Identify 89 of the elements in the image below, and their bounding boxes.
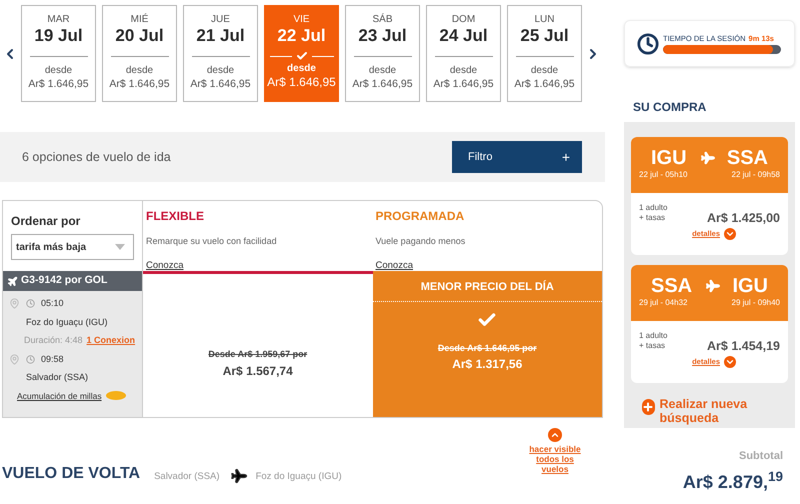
weekday: DOM — [452, 14, 476, 26]
fare-title: FLEXIBLE — [146, 208, 206, 225]
date-text: 24 Jul — [439, 26, 488, 46]
fare-subtitle: Remarque su vuelo con facilidad — [146, 235, 278, 248]
arrival-time: 09:58 — [41, 352, 64, 366]
date-card[interactable]: SÁB 23 Jul desde Ar$ 1.646,95 — [345, 5, 420, 102]
date-price: Ar$ 1.646,95 — [433, 77, 494, 92]
clock-icon — [26, 299, 35, 308]
segment-time: 22 jul - 05h10 — [639, 169, 688, 181]
date-text: 19 Jul — [34, 26, 83, 46]
add-icon[interactable] — [642, 399, 655, 415]
fare-banner: MENOR PRECIO DEL DÍA — [372, 271, 602, 302]
check-icon — [296, 50, 308, 62]
date-price: Ar$ 1.646,95 — [514, 77, 575, 92]
miles-logo-icon — [106, 391, 126, 400]
miles-link[interactable]: Acumulación de millas — [17, 390, 102, 402]
weekday: JUE — [211, 14, 230, 26]
fare-price: Ar$ 1.567,74 — [222, 362, 293, 380]
clock-icon — [637, 32, 659, 54]
from-label: desde — [44, 65, 72, 77]
expand-icon[interactable] — [724, 228, 736, 240]
segment-time: 22 jul - 09h58 — [732, 169, 780, 181]
return-origin: Salvador (SSA) — [154, 470, 220, 484]
flight-code-bar: G3-9142 por GOL — [3, 271, 142, 291]
expand-icon[interactable] — [724, 356, 736, 368]
from-label: desde — [368, 65, 396, 77]
fare-price: Ar$ 1.317,56 — [452, 356, 522, 373]
date-card[interactable]: MAR 19 Jul desde Ar$ 1.646,95 — [21, 5, 96, 102]
subtotal-label: Subtotal — [739, 449, 783, 464]
airport-code: IGU — [732, 275, 768, 297]
from-label: desde — [206, 65, 234, 77]
airport-code: IGU — [651, 147, 687, 169]
weekday: VIE — [293, 14, 310, 26]
date-text: 25 Jul — [520, 26, 569, 46]
date-card[interactable]: JUE 21 Jul desde Ar$ 1.646,95 — [183, 5, 258, 102]
weekday: SÁB — [372, 14, 392, 26]
taxes: + tasas — [639, 213, 666, 223]
filter-button[interactable]: Filtro + — [452, 141, 582, 173]
section-title: VUELO DE VOLTA — [2, 464, 140, 484]
return-destination: Foz do Iguaçu (IGU) — [256, 470, 342, 484]
from-label: desde — [126, 65, 154, 77]
date-price: Ar$ 1.646,95 — [28, 77, 89, 92]
destination: Salvador (SSA) — [25, 371, 90, 384]
segment-price: Ar$ 1.425,00 — [707, 210, 780, 227]
date-text: 21 Jul — [196, 26, 245, 46]
fare-subtitle: Vuele pagando menos — [376, 235, 466, 248]
date-price: Ar$ 1.646,95 — [109, 77, 170, 92]
date-card[interactable]: LUN 25 Jul desde Ar$ 1.646,95 — [507, 5, 582, 102]
date-price: Ar$ 1.646,95 — [190, 77, 251, 92]
original-price: Desde Ar$ 1.959,67 por — [208, 348, 308, 361]
sort-select[interactable]: tarifa más baja — [11, 234, 134, 260]
segment-price: Ar$ 1.454,19 — [707, 338, 780, 355]
original-price: Desde Ar$ 1.646,95 por — [438, 342, 537, 355]
departure-time: 05:10 — [41, 297, 64, 310]
weekday: LUN — [534, 14, 554, 26]
passengers: 1 adulto — [639, 331, 668, 341]
fare-link[interactable]: Conozca — [146, 258, 184, 273]
results-count: 6 opciones de vuelo de ida — [22, 148, 171, 166]
pin-icon — [9, 298, 20, 310]
airport-code: SSA — [726, 147, 768, 169]
date-text: 22 Jul — [277, 26, 326, 46]
from-label: desde — [530, 65, 558, 77]
panel-title: SU COMPRA — [633, 99, 706, 116]
pin-icon — [9, 354, 20, 365]
segment-time: 29 jul - 09h40 — [732, 297, 780, 309]
segment-time: 29 jul - 04h32 — [639, 297, 688, 309]
fare-title: PROGRAMADA — [376, 208, 466, 225]
date-price: Ar$ 1.646,95 — [352, 77, 413, 92]
from-label: desde — [287, 63, 316, 75]
dropdown-arrow-icon — [115, 244, 125, 250]
airport-code: SSA — [651, 275, 692, 297]
date-price: Ar$ 1.646,95 — [267, 75, 336, 90]
date-text: 23 Jul — [358, 26, 407, 46]
weekday: MAR — [47, 14, 70, 26]
date-card[interactable]: MIÉ 20 Jul desde Ar$ 1.646,95 — [102, 5, 177, 102]
date-text: 20 Jul — [115, 26, 164, 46]
clock-icon — [26, 354, 35, 364]
sort-label: Ordenar por — [11, 213, 82, 230]
taxes: + tasas — [639, 341, 666, 351]
duration: Duración: 4:48 — [24, 334, 83, 347]
collapse-icon[interactable] — [548, 428, 562, 442]
subtotal-amount: Ar$ 2.879,$^{19}$ — [682, 468, 783, 494]
plane-icon — [7, 276, 18, 286]
weekday: MIÉ — [130, 14, 148, 26]
origin: Foz do Iguaçu (IGU) — [25, 316, 109, 329]
from-label: desde — [450, 65, 478, 77]
fare-link[interactable]: Conozca — [376, 258, 413, 273]
date-card[interactable]: DOM 24 Jul desde Ar$ 1.646,95 — [426, 5, 501, 102]
passengers: 1 adulto — [639, 203, 668, 213]
